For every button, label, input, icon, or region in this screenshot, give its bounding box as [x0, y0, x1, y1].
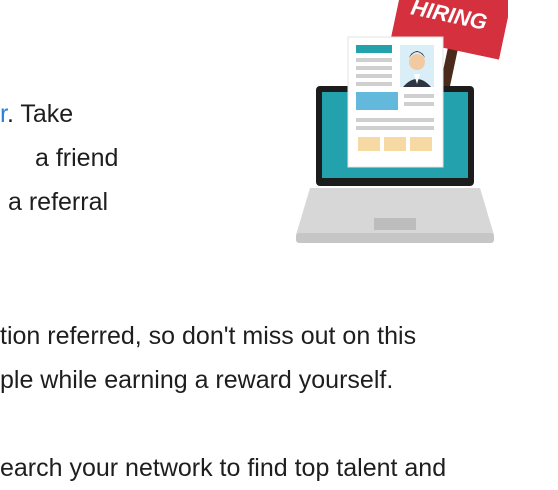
paragraph-2-line-2: ple while earning a reward yourself. — [0, 366, 394, 394]
paragraph-2-line-1: tion referred, so don't miss out on this — [0, 322, 417, 350]
intro-line-2: a friend — [0, 136, 118, 180]
intro-line-1: r. Take — [0, 92, 73, 136]
laptop-trackpad — [374, 218, 416, 230]
intro-line-3-text: a referral — [8, 188, 109, 216]
resume-document — [347, 36, 444, 168]
referral-link[interactable]: r — [0, 100, 7, 128]
paragraph-3-line-1: earch your network to find top talent an… — [0, 454, 447, 482]
hiring-laptop-illustration: HIRING — [296, 0, 508, 243]
intro-line-3: a referral — [0, 180, 108, 224]
intro-line-1-text: . Take — [6, 100, 74, 128]
intro-line-2-text: a friend — [35, 144, 119, 172]
